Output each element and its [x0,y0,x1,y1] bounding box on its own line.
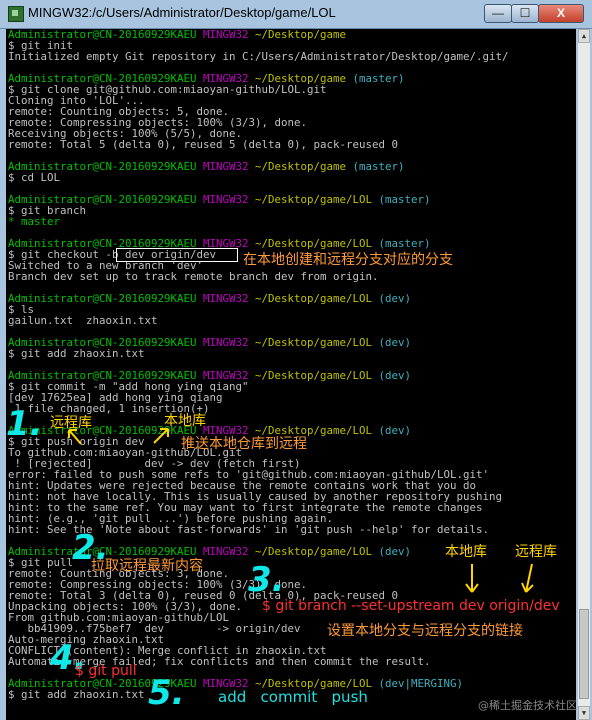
terminal-text-segment: ~/Desktop/game/LOL [255,193,379,206]
watermark: @稀土掘金技术社区 [478,699,577,712]
terminal-text-segment: (dev) [378,545,412,558]
terminal-text-segment: Branch dev set up to track remote branch… [8,270,379,283]
terminal-text-segment: MINGW32 [203,292,256,305]
terminal-text-segment: MINGW32 [203,29,256,41]
terminal-line: Administrator@CN-20160929KAEU MINGW32 ~/… [8,161,509,172]
set-upstream-note: 设置本地分支与远程分支的链接 [327,623,523,639]
terminal-text-segment: ~/Desktop/game [255,29,347,41]
terminal-line: $ git branch [8,205,509,216]
checkout-highlight-box [116,248,238,262]
terminal-text-segment: ~/Desktop/game/LOL [255,336,379,349]
arrow-down-remote-icon [521,563,534,593]
vertical-scrollbar[interactable]: ▲ ▼ [578,29,590,720]
terminal-line: * master [8,216,509,227]
remote-repo-label-2: 远程库 [515,544,557,560]
scroll-thumb[interactable] [579,609,589,699]
terminal-text-segment: $ cd LOL [8,171,61,184]
scroll-up-arrow-icon[interactable]: ▲ [578,29,590,43]
close-button[interactable]: X [538,4,584,23]
terminal-text-segment: MINGW32 [203,336,256,349]
arrow-down-local-icon [465,564,479,593]
terminal-line: Administrator@CN-20160929KAEU MINGW32 ~/… [8,293,509,304]
terminal-line: remote: Total 5 (delta 0), reused 5 (del… [8,139,509,150]
terminal-line: Initialized empty Git repository in C:/U… [8,51,509,62]
terminal-text-segment: * master [8,215,61,228]
terminal-text-segment: (master) [352,160,405,173]
terminal-text-segment: $ git add zhaoxin.txt [8,688,145,701]
terminal-line: Branch dev set up to track remote branch… [8,271,509,282]
terminal-text-segment: ~/Desktop/game/LOL [255,369,379,382]
terminal-text-segment: (dev) [378,424,412,437]
terminal-text-segment: ~/Desktop/game/LOL [255,292,379,305]
terminal-text-segment: MINGW32 [203,193,256,206]
push-note: 推送本地仓库到远程 [181,436,307,452]
window-titlebar: MINGW32:/c/Users/Administrator/Desktop/g… [0,0,592,29]
terminal-text-segment: remote: Total 5 (delta 0), reused 5 (del… [8,138,399,151]
terminal-text-segment: $ git add zhaoxin.txt [8,347,145,360]
terminal-text-segment: (dev) [378,336,412,349]
terminal-text-segment: Administrator@CN-20160929KAEU [8,292,204,305]
step-1-number: 1. [6,404,43,444]
mingw-terminal-icon [8,6,24,22]
terminal-line: $ cd LOL [8,172,509,183]
scroll-down-arrow-icon[interactable]: ▼ [578,706,590,720]
window-title: MINGW32:/c/Users/Administrator/Desktop/g… [28,5,336,20]
checkout-note: 在本地创建和远程分支对应的分支 [243,252,453,268]
terminal-text-segment: (dev) [378,292,412,305]
terminal-text-segment: (dev) [378,369,412,382]
step-3-number: 3. [248,560,285,600]
terminal-text-segment: gailun.txt zhaoxin.txt [8,314,158,327]
terminal-line: Administrator@CN-20160929KAEU MINGW32 ~/… [8,29,509,40]
maximize-button[interactable]: ☐ [511,4,539,23]
terminal-line: gailun.txt zhaoxin.txt [8,315,509,326]
terminal-text-segment: (dev|MERGING) [378,677,464,690]
add-commit-push-label: add commit push [218,688,368,706]
local-repo-label-2: 本地库 [445,544,487,560]
pull-note: 拉取远程最新内容 [91,558,203,574]
step-5-number: 5. [148,673,185,713]
terminal-text-segment: ~/Desktop/game/LOL [255,545,379,558]
arrow-to-remote-icon [68,429,82,445]
terminal-output[interactable]: Administrator@CN-20160929KAEU MINGW32 ~/… [6,29,576,720]
set-upstream-command: $ git branch --set-upstream dev origin/d… [262,598,560,614]
terminal-text-segment: Initialized empty Git repository in C:/U… [8,50,509,63]
terminal-text-segment: (master) [352,72,405,85]
minimize-button[interactable]: — [484,4,512,23]
terminal-text-segment: MINGW32 [203,160,256,173]
terminal-line: $ git add zhaoxin.txt [8,348,509,359]
arrow-to-local-icon [153,428,169,444]
git-pull-label: $ git pull [75,663,137,679]
terminal-text-segment: (master) [378,193,431,206]
terminal-text-segment: MINGW32 [203,545,256,558]
terminal-text-segment: ~/Desktop/game [255,160,353,173]
